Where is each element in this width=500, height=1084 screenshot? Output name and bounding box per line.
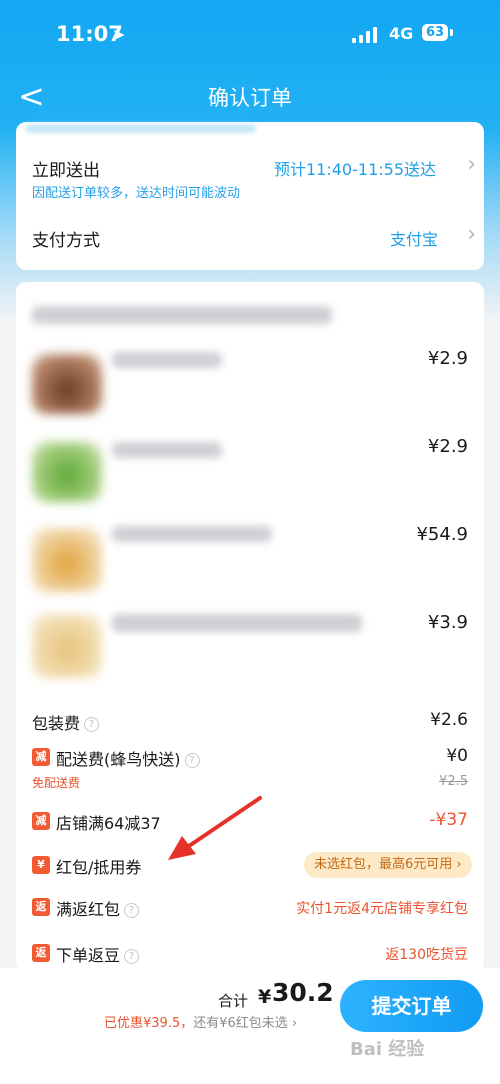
cashback-value: 实付1元返4元店铺专享红包 xyxy=(296,901,468,917)
chevron-right-icon: › xyxy=(291,1016,298,1031)
checkout-footer: 合计 ¥ 30.2 已优惠¥39.5，还有¥6红包未选 › 提交订单 xyxy=(0,968,500,1084)
item-price: ¥2.9 xyxy=(427,348,468,369)
blurred-item-name xyxy=(112,526,272,542)
coupon-tag-icon: ¥ xyxy=(32,856,50,874)
unselected-coupon-text: 还有¥6红包未选 xyxy=(193,1016,288,1031)
cashback-row: 满返红包? xyxy=(56,896,140,920)
item-thumbnail xyxy=(32,442,102,502)
page-title: 确认订单 xyxy=(208,86,292,110)
battery-tip xyxy=(450,29,453,36)
discount-summary[interactable]: 已优惠¥39.5，还有¥6红包未选 › xyxy=(104,1012,297,1031)
coupon-status-pill[interactable]: 未选红包，最高6元可用 › xyxy=(304,852,472,878)
discount-text: 已优惠¥39.5， xyxy=(104,1016,194,1031)
packing-fee-value: ¥2.6 xyxy=(430,710,468,730)
blurred-item-name xyxy=(112,614,362,632)
delivery-fee-label: 配送费(蜂鸟快送) xyxy=(56,750,181,769)
beans-row: 下单返豆? xyxy=(56,942,140,966)
item-thumbnail xyxy=(32,614,102,678)
signal-icon xyxy=(352,27,378,43)
coupon-status-text: 未选红包，最高6元可用 xyxy=(314,857,453,872)
payment-label: 支付方式 xyxy=(32,231,100,251)
blurred-address xyxy=(26,124,256,133)
beans-label: 下单返豆 xyxy=(56,946,121,965)
location-arrow-icon: ➤ xyxy=(112,25,126,44)
packing-fee-row: 包装费? xyxy=(32,710,100,734)
help-circle-icon[interactable]: ? xyxy=(84,717,100,732)
blurred-shop-name xyxy=(32,306,332,324)
chevron-right-icon[interactable]: › xyxy=(467,152,476,177)
shop-discount-value: -¥37 xyxy=(429,810,468,830)
delivery-note: 因配送订单较多，送达时间可能波动 xyxy=(32,186,241,201)
submit-order-button[interactable]: 提交订单 xyxy=(340,980,483,1032)
delivery-fee-value: ¥0 xyxy=(446,746,468,766)
total-label: 合计 xyxy=(218,992,249,1010)
item-thumbnail xyxy=(32,354,102,414)
coupon-label[interactable]: 红包/抵用券 xyxy=(56,854,141,878)
battery-icon: 63 xyxy=(422,24,448,41)
help-circle-icon[interactable]: ? xyxy=(184,753,200,768)
delivery-label: 立即送出 xyxy=(32,161,100,181)
delivery-original-price: ¥2.5 xyxy=(439,774,468,789)
discount-tag-icon: 减 xyxy=(32,812,50,830)
nav-bar: < 确认订单 xyxy=(0,72,500,120)
network-type: 4G xyxy=(389,24,414,43)
free-delivery-note: 免配送费 xyxy=(32,776,81,790)
status-bar: 11:07 ➤ 4G 63 xyxy=(0,0,500,68)
item-thumbnail xyxy=(32,528,102,592)
total-currency: ¥ xyxy=(258,986,272,1008)
delivery-fee-row: 配送费(蜂鸟快送)? xyxy=(56,746,200,770)
blurred-item-name xyxy=(112,352,222,368)
item-price: ¥54.9 xyxy=(416,524,468,545)
delivery-card: 立即送出 预计11:40-11:55送达 › 因配送订单较多，送达时间可能波动 … xyxy=(16,122,484,270)
annotation-arrow-icon xyxy=(168,796,262,860)
cashback-label: 满返红包 xyxy=(56,900,121,919)
chevron-right-icon: › xyxy=(456,857,462,872)
beans-tag-icon: 返 xyxy=(32,944,50,962)
help-circle-icon[interactable]: ? xyxy=(124,949,140,964)
item-price: ¥3.9 xyxy=(427,612,468,633)
payment-value[interactable]: 支付宝 xyxy=(390,226,438,250)
watermark: Bai 经验 xyxy=(350,1039,425,1060)
discount-tag-icon: 减 xyxy=(32,748,50,766)
shop-discount-label: 店铺满64减37 xyxy=(56,814,161,833)
item-price: ¥2.9 xyxy=(427,436,468,457)
packing-fee-label: 包装费 xyxy=(32,714,81,733)
cashback-tag-icon: 返 xyxy=(32,898,50,916)
chevron-right-icon[interactable]: › xyxy=(467,222,476,247)
delivery-eta[interactable]: 预计11:40-11:55送达 xyxy=(274,156,436,180)
help-circle-icon[interactable]: ? xyxy=(124,903,140,918)
total-amount: 30.2 xyxy=(272,978,334,1007)
beans-value: 返130吃货豆 xyxy=(385,947,468,963)
blurred-item-name xyxy=(112,442,222,458)
